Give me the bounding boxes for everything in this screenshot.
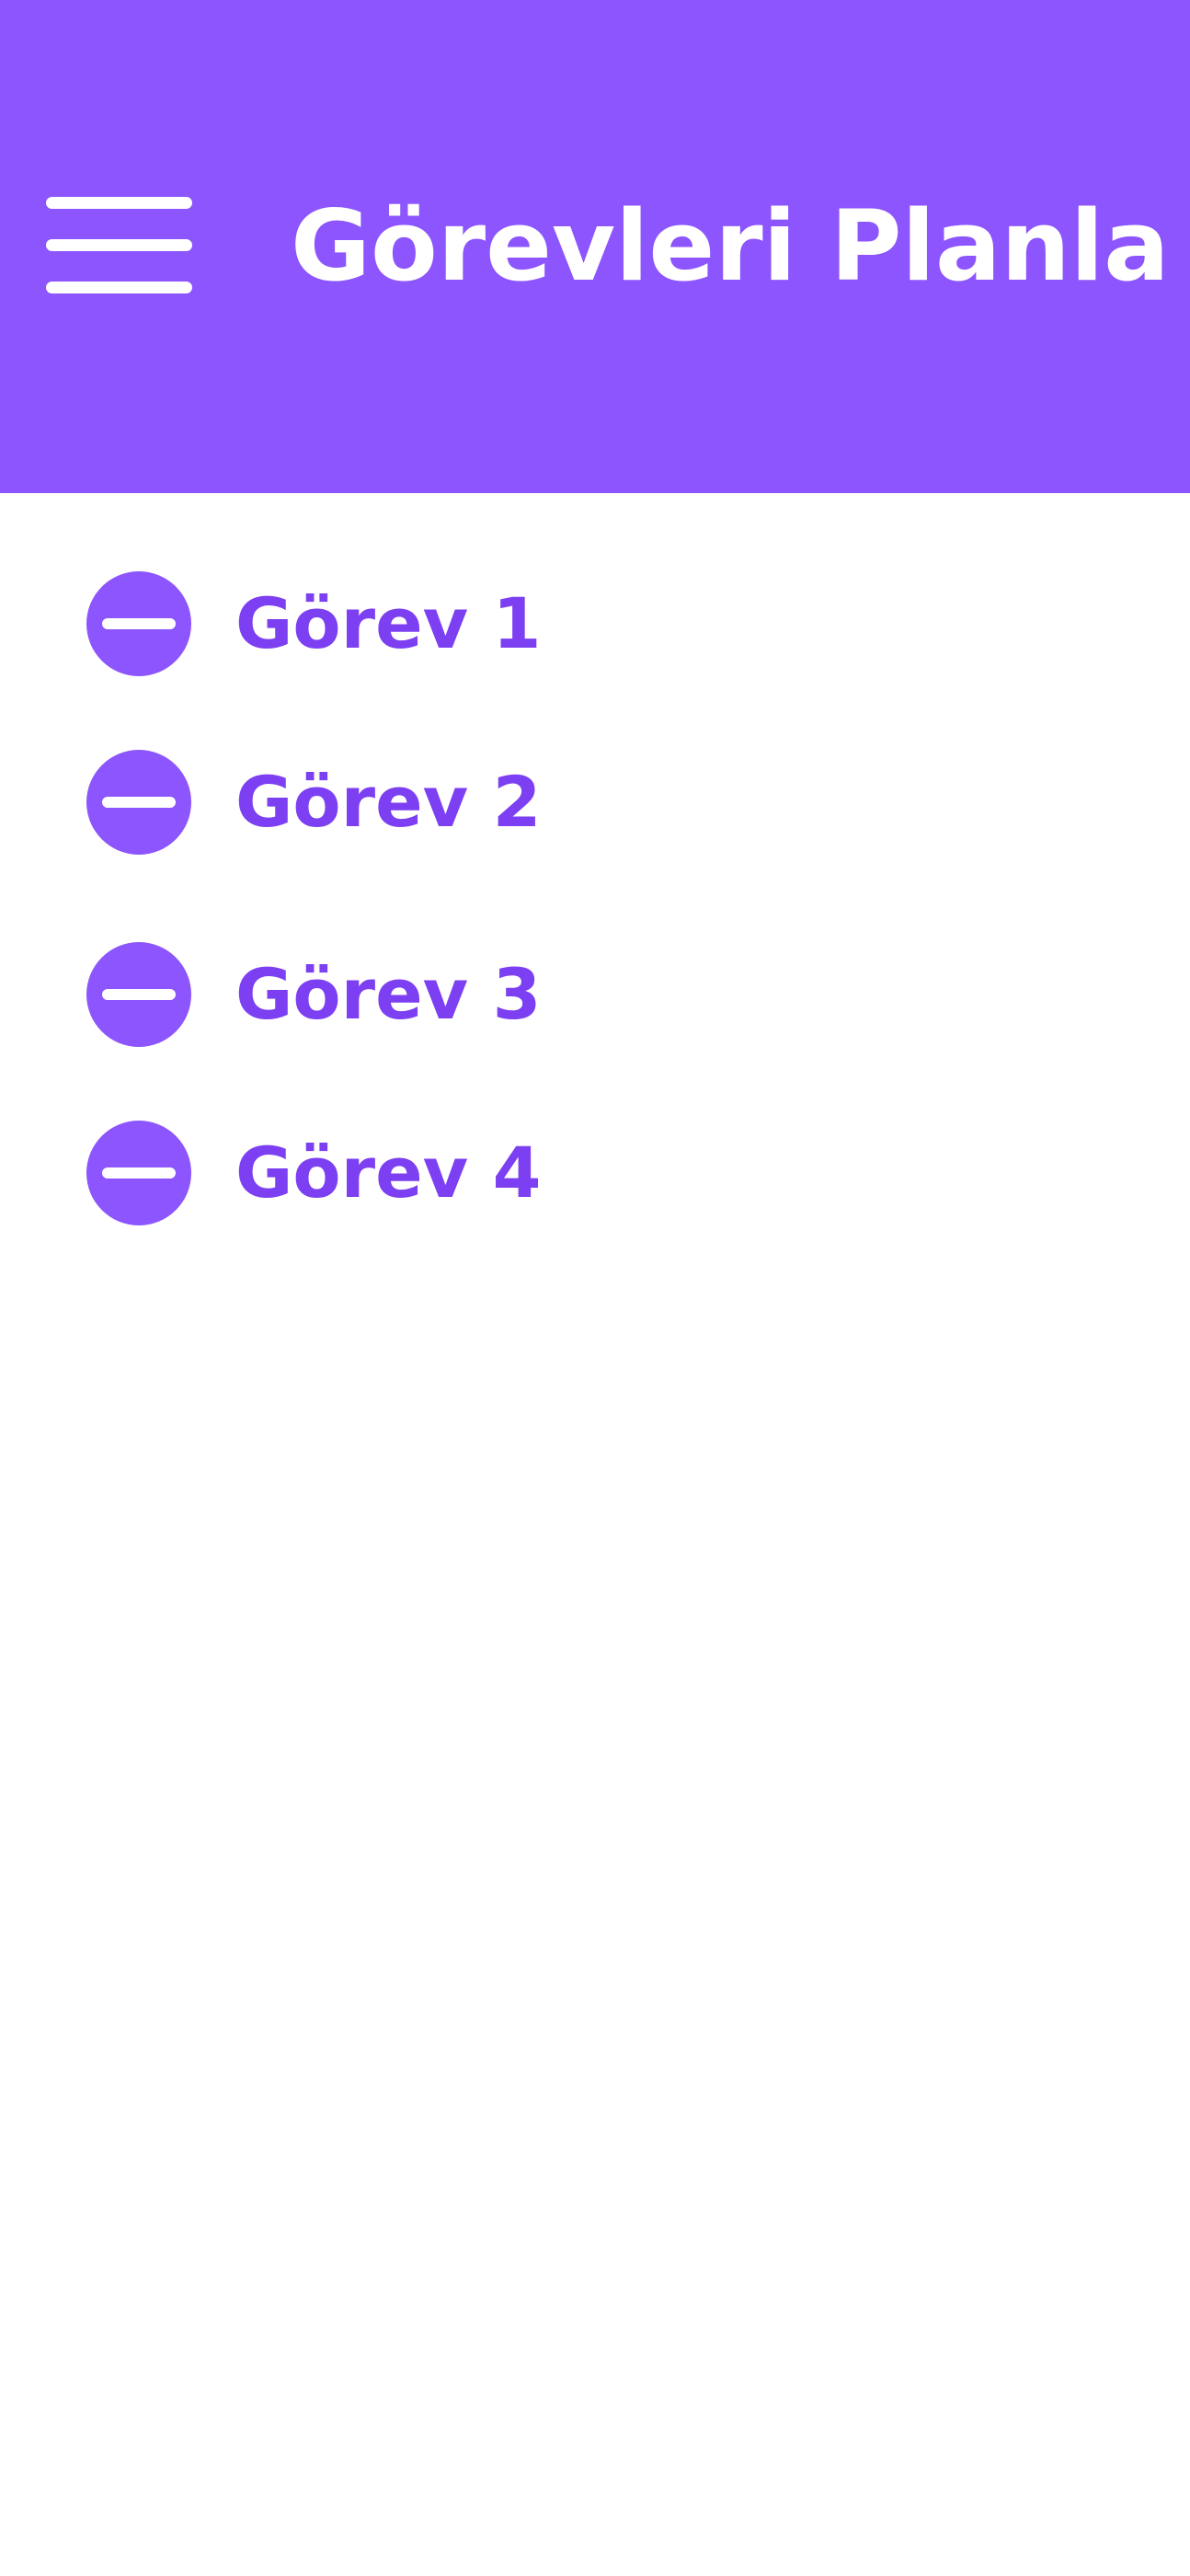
remove-task-button[interactable] [86,942,191,1047]
minus-circle-icon [102,1167,176,1179]
task-item: Görev 3 [0,941,1190,1052]
menu-icon-bar [46,239,192,251]
minus-circle-icon [102,618,176,629]
minus-circle-icon [102,797,176,808]
remove-task-button[interactable] [86,1121,191,1225]
task-label: Görev 3 [235,953,542,1035]
remove-task-button[interactable] [86,750,191,855]
remove-task-button[interactable] [86,571,191,676]
task-item: Görev 2 [0,749,1190,859]
app-screen: Görevleri Planla Görev 1 Görev 2 Görev 3 [0,0,1190,2576]
task-label: Görev 4 [235,1132,542,1213]
app-header: Görevleri Planla [0,0,1190,493]
task-label: Görev 2 [235,761,542,843]
menu-icon-bar [46,197,192,209]
task-label: Görev 1 [235,582,542,664]
page-title: Görevleri Planla [291,190,1170,303]
minus-circle-icon [102,989,176,1000]
menu-button[interactable] [40,189,197,304]
task-item: Görev 4 [0,1120,1190,1230]
task-item: Görev 1 [0,570,1190,681]
menu-icon-bar [46,282,192,293]
